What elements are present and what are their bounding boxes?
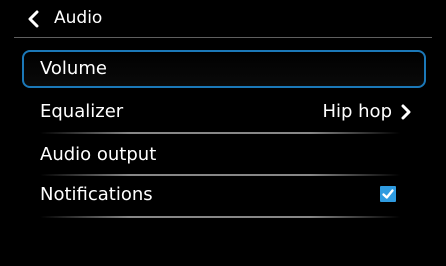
equalizer-value: Hip hop: [322, 101, 412, 123]
back-button[interactable]: Audio: [0, 0, 446, 36]
menu-item-label: Notifications: [40, 184, 153, 205]
menu-item-volume[interactable]: Volume: [22, 50, 426, 88]
menu-item-label: Equalizer: [40, 101, 124, 122]
page-title: Audio: [54, 8, 103, 28]
audio-settings-screen: Audio Volume Equalizer Hip hop Audio out…: [0, 0, 446, 266]
divider: [40, 216, 400, 218]
menu-item-label: Audio output: [40, 144, 157, 165]
header-divider: [14, 37, 432, 38]
menu-item-notifications[interactable]: Notifications: [22, 176, 426, 214]
chevron-left-icon: [26, 10, 40, 28]
chevron-right-icon: [400, 104, 412, 120]
notifications-checkbox[interactable]: [380, 186, 396, 202]
equalizer-value-text: Hip hop: [322, 101, 392, 122]
divider: [40, 132, 400, 134]
menu-item-equalizer[interactable]: Equalizer Hip hop: [22, 93, 426, 131]
menu-item-audio-output[interactable]: Audio output: [22, 136, 426, 174]
checkmark-icon: [382, 189, 394, 199]
menu-item-label: Volume: [40, 58, 107, 79]
